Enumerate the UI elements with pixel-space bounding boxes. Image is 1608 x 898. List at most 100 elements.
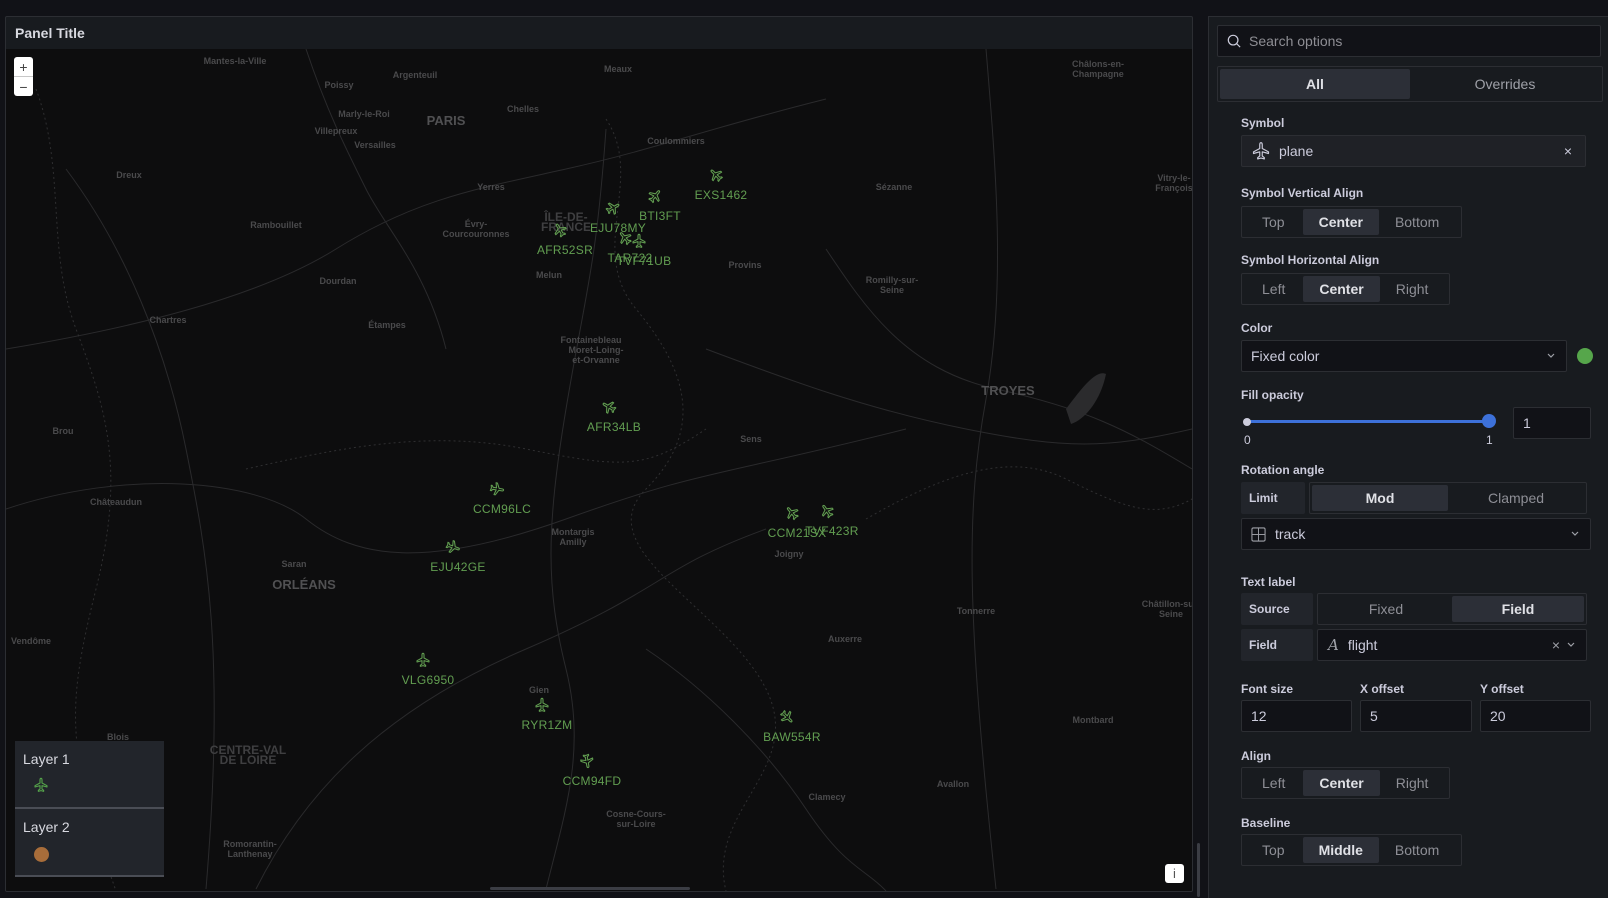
search-options-input[interactable] bbox=[1247, 32, 1591, 50]
y-offset-value: 20 bbox=[1490, 708, 1506, 724]
text-field-select[interactable]: A flight × bbox=[1317, 629, 1587, 661]
zoom-in-button[interactable]: + bbox=[14, 57, 33, 76]
flight-label: CCM94FD bbox=[562, 774, 622, 788]
color-mode-select[interactable]: Fixed color bbox=[1241, 340, 1567, 372]
font-size-value: 12 bbox=[1251, 708, 1267, 724]
map-city-label: Romilly-sur- Seine bbox=[865, 275, 919, 295]
baseline-bottom[interactable]: Bottom bbox=[1379, 837, 1455, 863]
baseline-top[interactable]: Top bbox=[1244, 837, 1303, 863]
map-city-label: Meaux bbox=[603, 64, 633, 74]
color-swatch[interactable] bbox=[1577, 348, 1593, 364]
tab-overrides[interactable]: Overrides bbox=[1410, 69, 1600, 99]
geomap[interactable]: Mantes-la-Ville Poissy Argenteuil Meaux Châl… bbox=[6, 49, 1192, 891]
map-legend: Layer 1 Layer 2 bbox=[15, 741, 164, 877]
map-city-label: Châlons-en- Champagne bbox=[1071, 59, 1125, 79]
map-city-label: Montargis Amilly bbox=[551, 527, 595, 547]
zoom-control: + − bbox=[14, 57, 33, 96]
fill-opacity-max-label: 1 bbox=[1486, 433, 1493, 447]
boundary bbox=[245, 428, 707, 470]
zoom-out-button[interactable]: − bbox=[14, 76, 33, 96]
map-city-label: Versailles bbox=[354, 140, 396, 150]
plane-icon bbox=[1252, 142, 1270, 160]
map-city-label: Yerres bbox=[477, 182, 505, 192]
fill-opacity-slider-handle[interactable] bbox=[1482, 414, 1496, 428]
symbol-vertical-align-center[interactable]: Center bbox=[1302, 209, 1379, 235]
attribution-info-button[interactable]: i bbox=[1165, 864, 1184, 883]
map-city-label: Châtillon-sur- Seine bbox=[1141, 599, 1192, 619]
symbol-picker[interactable]: plane × bbox=[1241, 135, 1586, 167]
font-size-input[interactable]: 12 bbox=[1241, 700, 1352, 732]
flight-label: BAW554R bbox=[763, 730, 821, 744]
map-city-label: Chelles bbox=[506, 104, 540, 114]
chevron-down-icon bbox=[1571, 531, 1579, 536]
baseline-middle[interactable]: Middle bbox=[1302, 837, 1379, 863]
fill-opacity-slider-track[interactable] bbox=[1246, 420, 1488, 423]
symbol-vertical-align-bottom[interactable]: Bottom bbox=[1379, 209, 1455, 235]
map-city-label: TROYES bbox=[981, 383, 1035, 398]
flight-label: EXS1462 bbox=[694, 188, 748, 202]
rotation-limit-clamped[interactable]: Clamped bbox=[1448, 485, 1584, 511]
rotation-limit-group: Mod Clamped bbox=[1309, 482, 1587, 514]
map-city-label: Mantes-la-Ville bbox=[203, 56, 267, 66]
legend-layer-name: Layer 2 bbox=[23, 819, 70, 835]
symbol-horizontal-align-left[interactable]: Left bbox=[1244, 276, 1303, 302]
font-size-label: Font size bbox=[1241, 682, 1294, 696]
map-city-label: Étampes bbox=[368, 320, 406, 330]
symbol-horizontal-align-center[interactable]: Center bbox=[1303, 276, 1380, 302]
fill-opacity-slider-min-marker bbox=[1243, 418, 1251, 426]
rotation-field-select[interactable]: track bbox=[1241, 518, 1591, 550]
map-city-label: Gien bbox=[528, 685, 550, 695]
plane-icon bbox=[632, 233, 646, 248]
align-center[interactable]: Center bbox=[1303, 770, 1380, 796]
map-city-label: Vitry-le- François bbox=[1155, 173, 1192, 193]
map-city-label: Provins bbox=[728, 260, 762, 270]
map-city-label: Clamecy bbox=[808, 792, 846, 802]
map-city-label: Villepreux bbox=[314, 126, 358, 136]
vertical-scrollbar[interactable] bbox=[1197, 843, 1200, 897]
align-right[interactable]: Right bbox=[1380, 770, 1445, 796]
map-city-label: CENTRE-VAL DE LOIRE bbox=[209, 743, 287, 767]
panel: Panel Title Mantes-la-Ville Poissy Argen… bbox=[5, 16, 1193, 892]
circle-marker-icon bbox=[34, 847, 49, 862]
river bbox=[645, 648, 887, 891]
symbol-horizontal-align-group: Left Center Right bbox=[1241, 273, 1450, 305]
map-city-label: Rambouillet bbox=[250, 220, 302, 230]
fill-opacity-input[interactable]: 1 bbox=[1513, 407, 1591, 439]
text-source-fixed[interactable]: Fixed bbox=[1320, 596, 1452, 622]
y-offset-input[interactable]: 20 bbox=[1480, 700, 1591, 732]
chevron-down-icon bbox=[1547, 353, 1555, 358]
map-city-label: Dourdan bbox=[319, 276, 357, 286]
legend-layer-name: Layer 1 bbox=[23, 751, 70, 767]
flight-label: EJU42GE bbox=[430, 560, 486, 574]
symbol-horizontal-align-right[interactable]: Right bbox=[1380, 276, 1445, 302]
chevron-down-icon bbox=[1567, 642, 1575, 647]
road bbox=[305, 49, 447, 350]
search-options-field[interactable] bbox=[1217, 25, 1601, 57]
rotation-limit-label: Limit bbox=[1241, 482, 1305, 514]
road bbox=[971, 49, 999, 890]
text-field-label: Field bbox=[1241, 629, 1313, 661]
align-left[interactable]: Left bbox=[1244, 770, 1303, 796]
map-city-label: Montbard bbox=[1072, 715, 1114, 725]
map-city-label: Dreux bbox=[116, 170, 142, 180]
clear-field-icon[interactable]: × bbox=[1552, 637, 1560, 653]
map-city-label: Romorantin- Lanthenay bbox=[223, 839, 277, 859]
panel-title: Panel Title bbox=[15, 25, 85, 41]
clear-symbol-icon[interactable]: × bbox=[1564, 143, 1572, 159]
fill-opacity-min-label: 0 bbox=[1244, 433, 1251, 447]
fill-opacity-label: Fill opacity bbox=[1241, 388, 1304, 402]
horizontal-scrollbar[interactable] bbox=[490, 887, 690, 890]
align-label: Align bbox=[1241, 749, 1271, 763]
map-city-label: Poissy bbox=[324, 80, 354, 90]
map-city-label: PARIS bbox=[426, 113, 466, 128]
rotation-limit-mod[interactable]: Mod bbox=[1312, 485, 1448, 511]
tab-all[interactable]: All bbox=[1220, 69, 1410, 99]
symbol-label: Symbol bbox=[1241, 116, 1285, 130]
symbol-vertical-align-top[interactable]: Top bbox=[1244, 209, 1303, 235]
flight-label: RYR1ZM bbox=[521, 718, 573, 732]
text-source-field[interactable]: Field bbox=[1452, 596, 1584, 622]
top-bar bbox=[0, 0, 1608, 15]
color-label: Color bbox=[1241, 321, 1273, 335]
x-offset-input[interactable]: 5 bbox=[1360, 700, 1472, 732]
lake bbox=[1066, 373, 1106, 424]
